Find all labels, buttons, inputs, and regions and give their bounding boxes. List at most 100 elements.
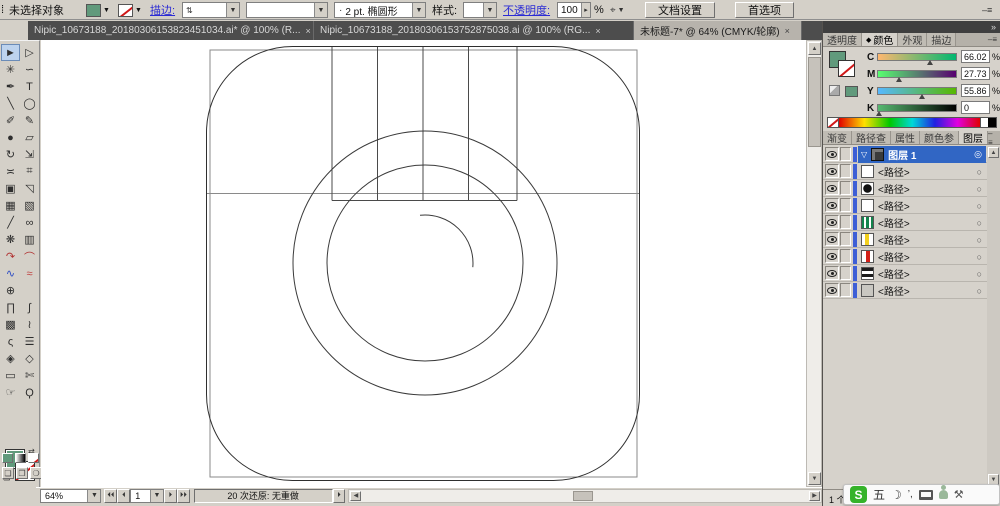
prev-artboard-button[interactable]: ⏴ bbox=[117, 489, 130, 503]
layer-name[interactable]: 图层 1 bbox=[888, 147, 916, 162]
target-circle-icon[interactable]: ○ bbox=[977, 167, 982, 177]
chevron-down-icon[interactable]: ▼ bbox=[483, 3, 496, 17]
last-artboard-button[interactable]: ⏵⏵ bbox=[177, 489, 190, 503]
path-row[interactable]: <路径>○ bbox=[823, 180, 1000, 197]
slice-selection-tool[interactable]: ∫ bbox=[20, 299, 39, 316]
visibility-toggle[interactable] bbox=[825, 164, 839, 178]
selection-tool[interactable]: ► bbox=[1, 44, 20, 61]
slider-thumb[interactable] bbox=[919, 94, 925, 99]
visibility-toggle[interactable] bbox=[825, 232, 839, 246]
row-body[interactable]: <路径> ○ bbox=[858, 214, 986, 231]
row-body[interactable]: <路径> ○ bbox=[858, 163, 986, 180]
lock-toggle[interactable] bbox=[840, 181, 851, 195]
first-artboard-button[interactable]: ⏴⏴ bbox=[104, 489, 117, 503]
width-profile-combo[interactable]: ▼ bbox=[246, 2, 328, 18]
paragraph-tool[interactable]: ☰ bbox=[20, 333, 39, 350]
stroke-weight-combo[interactable]: ⇅ ▼ bbox=[182, 2, 240, 18]
target-circle-icon[interactable]: ○ bbox=[977, 218, 982, 228]
channel-slider[interactable] bbox=[877, 53, 957, 61]
channel-slider[interactable] bbox=[877, 70, 957, 78]
lasso-tool[interactable]: ∽ bbox=[20, 61, 39, 78]
type-tool[interactable]: T bbox=[20, 78, 39, 95]
path-label[interactable]: <路径> bbox=[878, 181, 910, 196]
artboard-canvas[interactable] bbox=[41, 40, 806, 487]
lock-toggle[interactable] bbox=[840, 249, 851, 263]
ellipse-tool[interactable]: ◯ bbox=[20, 95, 39, 112]
symbol-sprayer-tool[interactable]: ❋ bbox=[1, 231, 20, 248]
scroll-up-icon[interactable]: ▲ bbox=[988, 147, 999, 158]
knife-tool[interactable]: ✄ bbox=[20, 367, 39, 384]
panel-menu-icon[interactable]: ‒≡ bbox=[988, 33, 1000, 46]
chevron-down-icon[interactable]: ▼ bbox=[314, 3, 327, 17]
chevron-down-icon[interactable]: ▼ bbox=[103, 7, 110, 14]
path-label[interactable]: <路径> bbox=[878, 232, 910, 247]
panel-menu-icon[interactable]: ‒≡ bbox=[982, 2, 992, 18]
none-button[interactable] bbox=[28, 453, 39, 463]
live-paint-selection-tool[interactable]: ◇ bbox=[20, 350, 39, 367]
style-combo[interactable]: ▼ bbox=[463, 2, 497, 18]
graph-tool[interactable]: ▥ bbox=[20, 231, 39, 248]
lock-toggle[interactable] bbox=[840, 283, 851, 297]
close-icon[interactable]: × bbox=[785, 26, 790, 36]
channel-value-input[interactable]: 0 bbox=[961, 101, 990, 114]
target-circle-icon[interactable]: ○ bbox=[977, 252, 982, 262]
lock-toggle[interactable] bbox=[840, 266, 851, 280]
vertical-scrollbar[interactable]: ▲ ▼ bbox=[806, 40, 822, 487]
ime-logo-icon[interactable]: S bbox=[850, 486, 867, 503]
path-label[interactable]: <路径> bbox=[878, 164, 910, 179]
stepper-icon[interactable]: ⇅ bbox=[183, 6, 193, 15]
path-label[interactable]: <路径> bbox=[878, 198, 910, 213]
line-segment-tool[interactable]: ╲ bbox=[1, 95, 20, 112]
eyedropper-tool[interactable]: ╱ bbox=[1, 214, 20, 231]
lock-toggle[interactable] bbox=[840, 198, 851, 212]
visibility-toggle[interactable] bbox=[825, 215, 839, 229]
target-circle-icon[interactable]: ○ bbox=[977, 235, 982, 245]
zoom-tool[interactable]: Ϙ bbox=[20, 384, 39, 401]
shape-builder-tool[interactable]: ▣ bbox=[1, 180, 20, 197]
path-label[interactable]: <路径> bbox=[878, 283, 910, 298]
hand-tool[interactable]: ☞ bbox=[1, 384, 20, 401]
zigzag-tool[interactable]: ∿ bbox=[1, 265, 20, 282]
scale-tool[interactable]: ⇲ bbox=[20, 146, 39, 163]
path-label[interactable]: <路径> bbox=[878, 249, 910, 264]
target-circle-icon[interactable]: ○ bbox=[977, 269, 982, 279]
gradient-button[interactable] bbox=[15, 453, 26, 463]
status-menu-arrow[interactable]: ⏵ bbox=[333, 489, 346, 503]
channel-value-input[interactable]: 66.02 bbox=[961, 50, 990, 63]
brush-definition-combo[interactable]: · 2 pt. 椭圆形 ▼ bbox=[334, 2, 426, 18]
artboard-number-combo[interactable]: 1 ▼ bbox=[130, 489, 164, 503]
inner-lens-circle[interactable] bbox=[327, 165, 523, 361]
document-setup-button[interactable]: 文档设置 bbox=[645, 2, 715, 18]
visibility-toggle[interactable] bbox=[825, 249, 839, 263]
channel-slider[interactable] bbox=[877, 104, 957, 112]
blob-brush-tool[interactable]: ● bbox=[1, 129, 20, 146]
opacity-link[interactable]: 不透明度: bbox=[503, 2, 550, 18]
path-row[interactable]: <路径>○ bbox=[823, 265, 1000, 282]
scribble-tool[interactable]: ≀ bbox=[20, 316, 39, 333]
perspective-grid-tool[interactable]: ◹ bbox=[20, 180, 39, 197]
punctuation-icon[interactable]: ’, bbox=[908, 489, 913, 500]
color-spectrum-bar[interactable] bbox=[827, 117, 997, 128]
tab-color[interactable]: ◆ 颜色 bbox=[862, 33, 898, 46]
live-paint-bucket-tool[interactable]: ◈ bbox=[1, 350, 20, 367]
grid-tool[interactable]: ▩ bbox=[1, 316, 20, 333]
document-tab-2[interactable]: Nipic_10673188_20180306153752875038.ai @… bbox=[314, 21, 634, 40]
stroke-color-swatch[interactable]: ▼ bbox=[118, 2, 142, 18]
disclosure-triangle-icon[interactable]: ▽ bbox=[861, 150, 867, 159]
free-transform-tool[interactable]: ⌗ bbox=[20, 163, 39, 180]
slider-thumb[interactable] bbox=[896, 77, 902, 82]
target-circle-icon[interactable]: ○ bbox=[977, 201, 982, 211]
scroll-right-icon[interactable]: ▶ bbox=[809, 491, 820, 501]
path-row[interactable]: <路径>○ bbox=[823, 282, 1000, 299]
horizontal-scrollbar[interactable]: ◀ ▶ bbox=[348, 489, 822, 503]
gradient-tool[interactable]: ▧ bbox=[20, 197, 39, 214]
path-label[interactable]: <路径> bbox=[878, 215, 910, 230]
row-body[interactable]: <路径> ○ bbox=[858, 197, 986, 214]
channel-value-input[interactable]: 55.86 bbox=[961, 84, 990, 97]
chevron-down-icon[interactable]: ▼ bbox=[226, 3, 239, 17]
row-body[interactable]: <路径>○ bbox=[858, 282, 986, 299]
row-body[interactable]: <路径> ○ bbox=[858, 231, 986, 248]
lens-arc-path[interactable] bbox=[420, 215, 473, 267]
collapse-to-icons-button[interactable]: » bbox=[991, 22, 996, 32]
fill-color-swatch[interactable]: ▼ bbox=[86, 2, 110, 18]
